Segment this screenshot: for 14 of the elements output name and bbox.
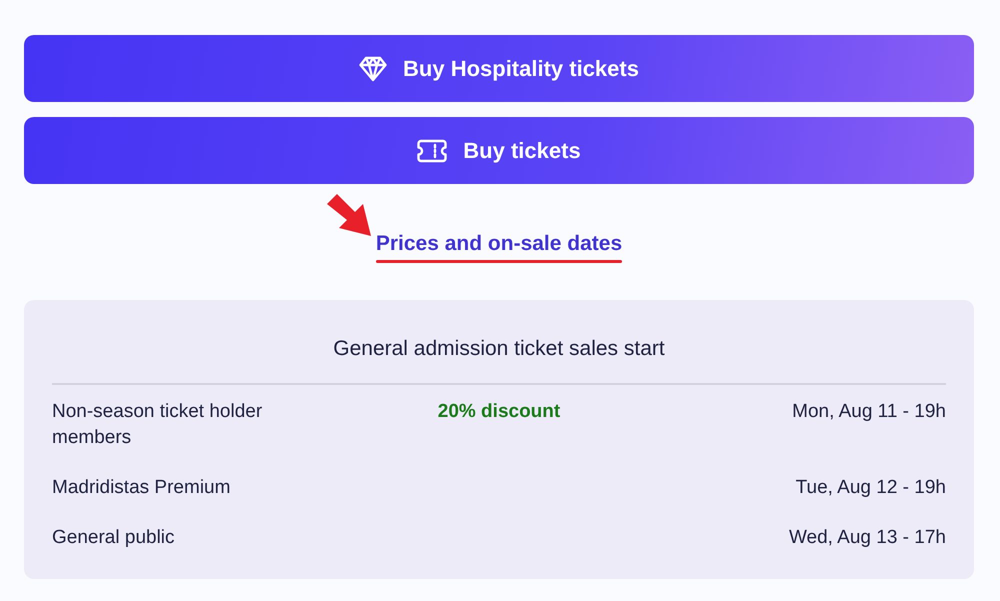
arrow-annotation-icon <box>326 194 373 238</box>
prices-link[interactable]: Prices and on-sale dates <box>376 232 622 256</box>
buy-button[interactable]: Buy Hospitality tickets <box>24 35 974 102</box>
ticket-icon <box>417 138 448 162</box>
sale-date: Mon, Aug 11 - 19h <box>792 400 946 424</box>
sale-date: Tue, Aug 12 - 19h <box>796 476 946 500</box>
buy-button[interactable]: Buy tickets <box>24 117 974 184</box>
diamond-icon <box>359 56 388 82</box>
card-title: General admission ticket sales start <box>332 336 666 362</box>
audience-label: Madridistas Premium <box>52 476 232 500</box>
discount-label: 20% discount <box>438 400 560 424</box>
audience-label: General public <box>52 526 176 550</box>
audience-label: Non-season ticket holder members <box>52 400 264 450</box>
sale-date: Wed, Aug 13 - 17h <box>788 526 946 550</box>
